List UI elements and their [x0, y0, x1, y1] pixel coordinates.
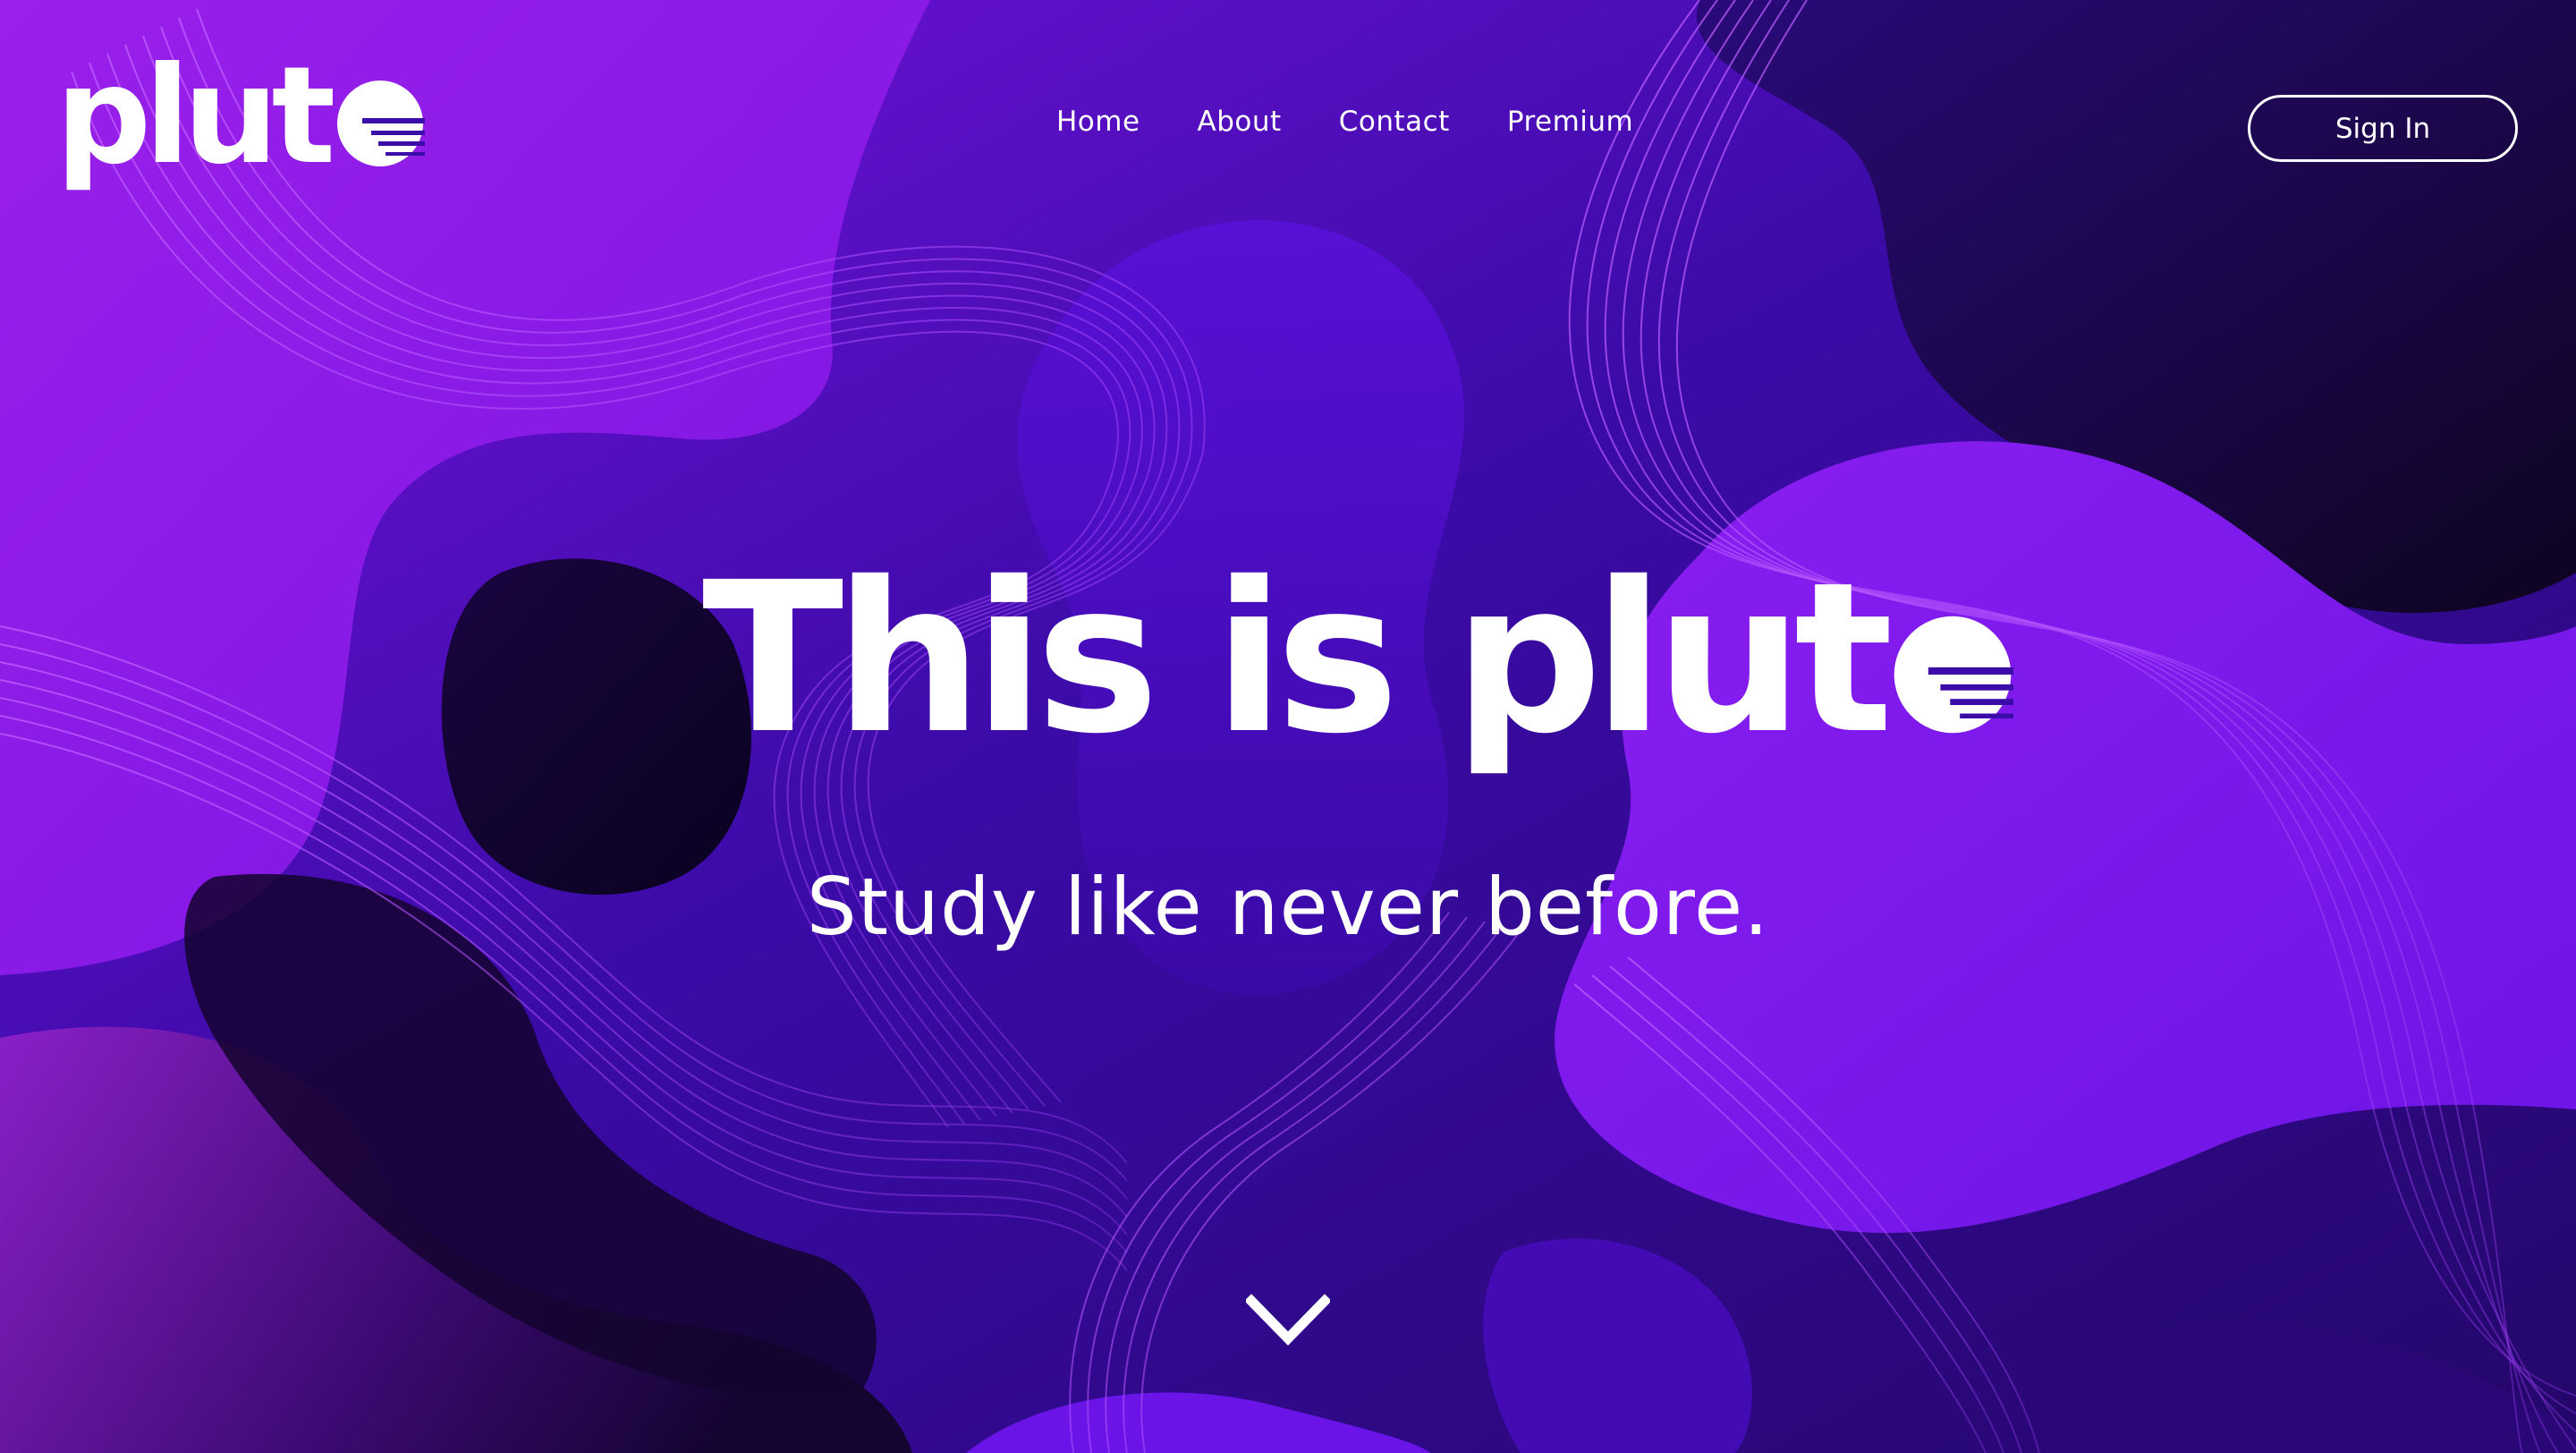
planet-o-icon — [337, 81, 426, 166]
planet-o-icon — [1894, 616, 2013, 734]
main-nav: Home About Contact Premium — [1056, 106, 1633, 138]
sign-in-button[interactable]: Sign In — [2248, 95, 2518, 162]
nav-premium-link[interactable]: Premium — [1507, 106, 1633, 138]
nav-about-link[interactable]: About — [1198, 106, 1282, 138]
logo[interactable]: plut — [55, 38, 426, 194]
hero-title-text: This is plut — [702, 538, 1894, 779]
nav-home-link[interactable]: Home — [1056, 106, 1140, 138]
logo-text: plut — [55, 38, 335, 194]
nav-contact-link[interactable]: Contact — [1339, 106, 1450, 138]
hero-subtitle: Study like never before. — [806, 861, 1770, 953]
hero-title: This is plut — [702, 555, 2013, 762]
chevron-down-icon[interactable] — [1246, 1294, 1330, 1351]
